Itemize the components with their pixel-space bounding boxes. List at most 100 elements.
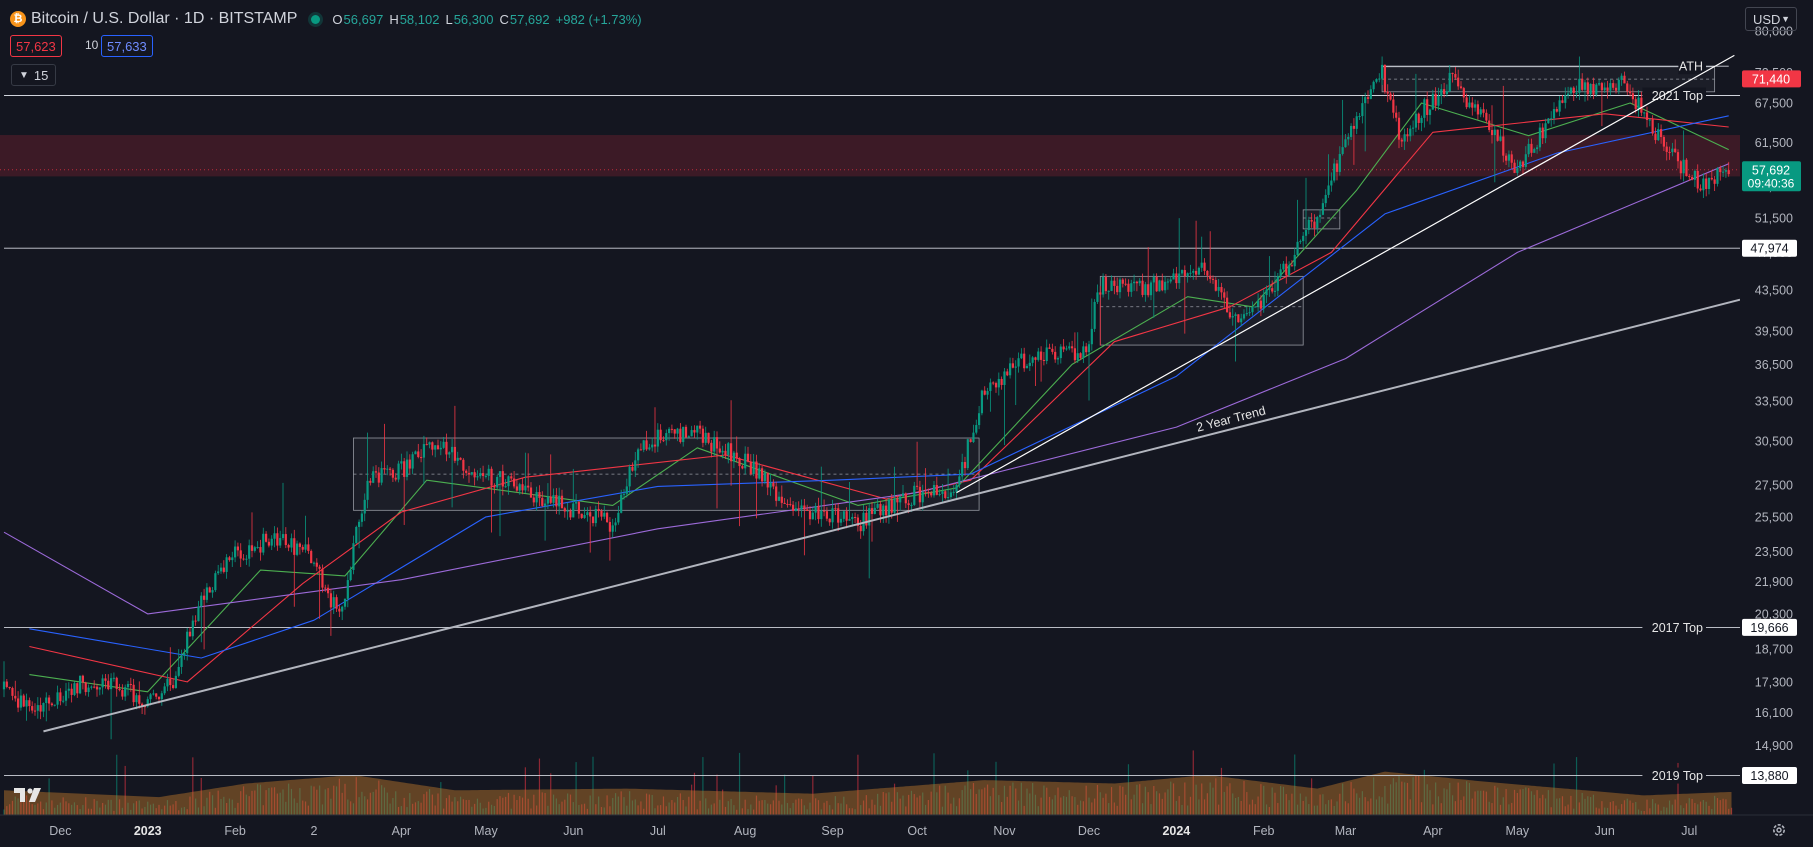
candle-body	[744, 453, 747, 469]
countdown-text: 09:40:36	[1748, 176, 1795, 190]
candle-body	[1200, 262, 1203, 268]
candle-body	[214, 573, 217, 591]
candle-body	[1603, 87, 1606, 91]
candle-body	[1031, 357, 1034, 363]
candle-body	[1214, 279, 1217, 291]
candle-body	[930, 492, 933, 496]
candle-body	[332, 597, 335, 608]
candle-body	[121, 690, 124, 697]
candle-body	[1223, 292, 1226, 298]
candle-body	[518, 484, 521, 491]
candle-body	[1513, 162, 1516, 173]
candle-body	[1211, 278, 1215, 280]
candle-body	[718, 448, 721, 453]
candle-body	[628, 466, 631, 487]
candle-body	[975, 425, 978, 433]
candle-body	[634, 460, 637, 471]
candle-body	[439, 447, 442, 450]
candle-body	[1330, 180, 1333, 186]
candle-body	[1544, 123, 1547, 139]
candle-body	[741, 466, 744, 469]
candle-body	[236, 546, 240, 551]
candle-body	[651, 444, 654, 448]
candle-body	[1378, 78, 1381, 80]
candle-body	[287, 545, 290, 548]
candle-body	[1581, 78, 1584, 90]
candle-body	[42, 702, 45, 712]
candle-body	[1724, 170, 1728, 172]
tradingview-logo-icon[interactable]	[14, 787, 46, 803]
candle-body	[138, 695, 141, 704]
candle-body	[188, 631, 192, 637]
market-open-status-icon	[311, 14, 321, 24]
candle-body	[1197, 267, 1201, 275]
candle-body	[901, 493, 905, 497]
buy-price-button[interactable]: 57,633	[101, 35, 153, 57]
candle-body	[676, 428, 679, 434]
candle-body	[62, 700, 65, 702]
candle-body	[343, 598, 347, 607]
candle-body	[436, 445, 440, 450]
candle-body	[1355, 116, 1358, 129]
candle-body	[1372, 81, 1375, 90]
candle-body	[890, 499, 893, 513]
candle-body	[670, 428, 674, 430]
candle-body	[1490, 129, 1494, 136]
candle-body	[197, 606, 200, 622]
candle-body	[1347, 136, 1350, 140]
candle-body	[307, 544, 310, 551]
candle-body	[476, 476, 479, 478]
candle-body	[642, 440, 645, 450]
candle-body	[259, 547, 262, 553]
sell-price-button[interactable]: 57,623	[10, 35, 62, 57]
candle-body	[512, 478, 516, 487]
symbol-title[interactable]: Bitcoin / U.S. Dollar · 1D · BITSTAMP	[31, 10, 297, 28]
candle-body	[617, 512, 620, 523]
candle-body	[1628, 91, 1632, 94]
candle-body	[1662, 137, 1666, 147]
price-tick-label: 17,300	[1755, 675, 1793, 689]
candle-body	[1626, 83, 1629, 92]
price-tick-label: 36,500	[1755, 358, 1793, 372]
candle-body	[1530, 143, 1533, 153]
candle-body	[1488, 120, 1491, 130]
legend-collapse-button[interactable]: ▼ 15	[11, 64, 57, 86]
candle-body	[1231, 316, 1234, 318]
candle-body	[701, 428, 705, 443]
candle-body	[944, 491, 947, 498]
candle-body	[667, 428, 671, 434]
candle-body	[1566, 93, 1570, 96]
gear-icon[interactable]	[1771, 822, 1787, 838]
currency-select[interactable]: USD ▼	[1745, 7, 1797, 31]
price-chart[interactable]: ATH2021 Top2017 Top2019 Top 2 Year Trend…	[0, 0, 1813, 847]
time-tick-label: Jul	[1681, 824, 1697, 838]
candle-body	[938, 493, 941, 495]
candle-body	[1364, 97, 1367, 104]
candle-body	[870, 508, 874, 514]
candle-body	[338, 608, 341, 612]
candle-body	[704, 432, 707, 443]
candle-body	[1290, 265, 1294, 267]
candle-body	[191, 620, 194, 637]
candle-body	[966, 439, 969, 469]
candle-body	[341, 606, 344, 612]
indicator-count: 15	[33, 67, 49, 83]
candle-body	[1445, 91, 1449, 95]
candle-body	[558, 495, 561, 507]
candle-body	[1206, 270, 1209, 276]
candle-body	[783, 502, 786, 504]
candle-body	[1113, 280, 1116, 286]
candle-body	[498, 471, 502, 477]
candle-body	[775, 486, 778, 501]
candle-body	[87, 687, 90, 693]
candle-body	[1085, 346, 1088, 353]
candle-body	[1716, 168, 1719, 184]
candle-body	[529, 487, 533, 498]
candle-body	[59, 692, 62, 702]
candle-body	[1493, 129, 1496, 136]
candle-body	[1186, 273, 1189, 277]
candle-body	[572, 503, 575, 518]
candle-body	[166, 678, 169, 687]
candle-body	[19, 695, 23, 708]
candle-body	[84, 682, 87, 693]
